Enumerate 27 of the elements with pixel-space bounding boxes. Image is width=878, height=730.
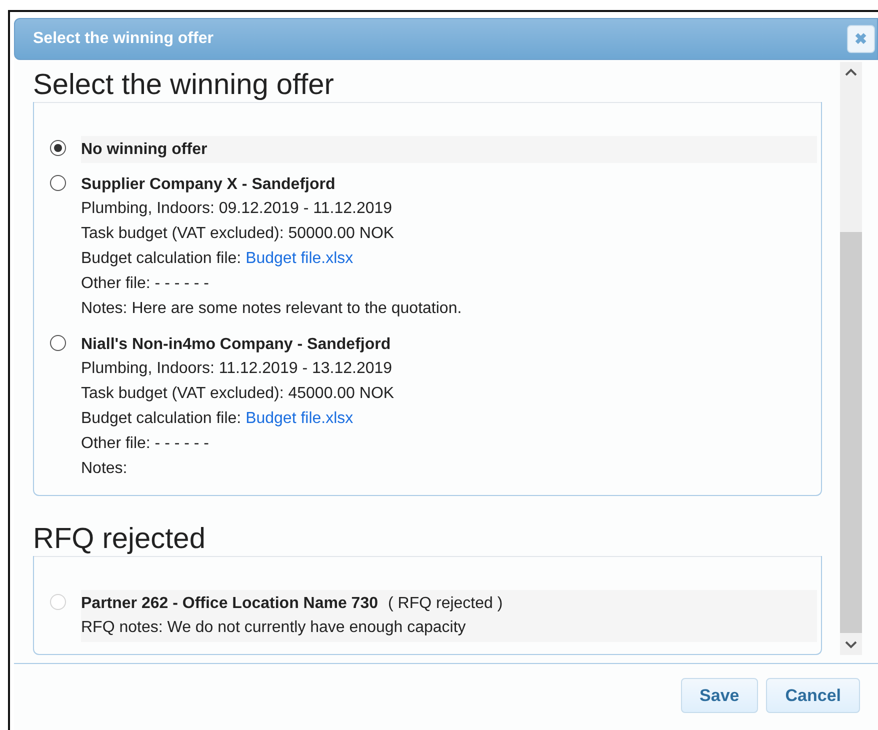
dialog-title: Select the winning offer (33, 30, 214, 48)
offer-detail: Task budget (VAT excluded): 45000.00 NOK (81, 384, 396, 404)
offer-title: Supplier Company X - Sandefjord (81, 175, 336, 195)
section-heading: Select the winning offer (33, 68, 335, 102)
offer-detail: Notes: Here are some notes relevant to the quotation. (81, 299, 463, 319)
radio-button[interactable] (50, 175, 66, 191)
offer-title: No winning offer (81, 140, 208, 160)
offer-detail: Notes: (81, 459, 128, 479)
file-link[interactable]: Budget file.xlsx (246, 410, 354, 427)
dialog-button[interactable]: Cancel (766, 678, 860, 713)
offer-title: Partner 262 - Office Location Name 730 (81, 594, 378, 614)
offer-detail: Task budget (VAT excluded): 50000.00 NOK (81, 224, 396, 244)
offer-detail: Plumbing, Indoors: 09.12.2019 - 11.12.2019 (81, 199, 394, 219)
offer-detail: Other file: - - - - - - (81, 274, 210, 294)
offer-detail: Plumbing, Indoors: 11.12.2019 - 13.12.2019 (81, 359, 394, 379)
scrollbar[interactable] (840, 62, 862, 655)
offer-detail: RFQ notes: We do not currently have enough capacity (81, 618, 467, 638)
dialog-button[interactable]: Save (680, 678, 758, 713)
radio-button[interactable] (50, 140, 66, 156)
file-link[interactable]: Budget file.xlsx (246, 250, 354, 267)
offer-detail: Other file: - - - - - - (81, 434, 210, 454)
section-heading: RFQ rejected (33, 522, 206, 556)
offer-detail: Budget calculation file: Budget file.xlsx (81, 409, 354, 429)
offer-status: ( RFQ rejected ) (388, 595, 503, 613)
offer-title: Niall's Non-in4mo Company - Sandefjord (81, 335, 391, 355)
radio-button[interactable] (50, 335, 66, 351)
offer-detail: Budget calculation file: Budget file.xlsx (81, 249, 354, 269)
